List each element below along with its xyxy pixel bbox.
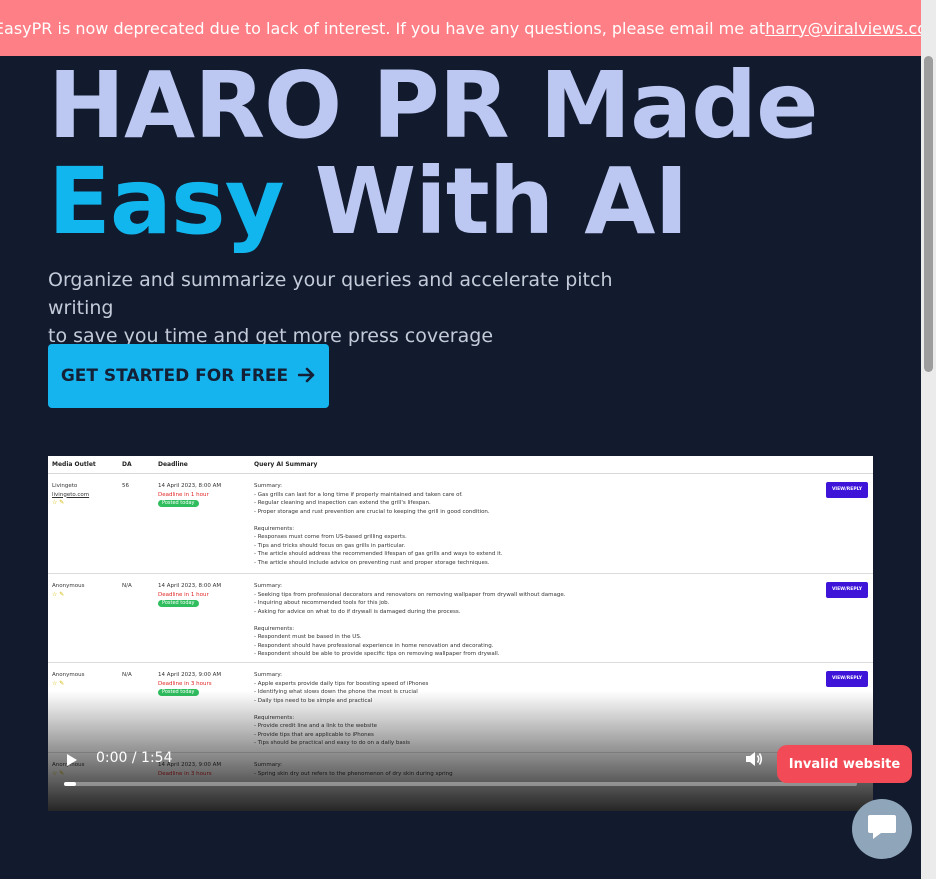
deadline-cell: 14 April 2023, 8:00 AM Deadline in 1 hour… xyxy=(158,582,221,608)
view-reply-button[interactable]: VIEW/REPLY xyxy=(826,671,868,687)
star-icon[interactable]: ☆ ✎ xyxy=(52,499,89,508)
outlet-name: Anonymous xyxy=(52,672,85,678)
summary-line: Requirements: xyxy=(254,525,295,532)
summary-line: Summary: xyxy=(254,483,283,489)
posted-badge: Posted today xyxy=(158,500,199,507)
deadline-cell: 14 April 2023, 8:00 AM Deadline in 1 hour… xyxy=(158,482,221,508)
hero-subtitle-line1: Organize and summarize your queries and … xyxy=(48,269,613,319)
view-reply-button[interactable]: VIEW/REPLY xyxy=(826,582,868,598)
summary-line: - Inquiring about recommended tools for … xyxy=(254,600,390,606)
summary-line: - Apple experts provide daily tips for b… xyxy=(254,680,429,687)
column-header-media-outlet: Media Outlet xyxy=(52,461,96,468)
column-header-deadline: Deadline xyxy=(158,461,188,468)
deadline-remaining: Deadline in 1 hour xyxy=(158,591,209,598)
hero-title-accent: Easy xyxy=(48,148,285,255)
hero-title-line1: HARO PR Made xyxy=(48,52,818,159)
summary-line: - Regular cleaning and inspection can ex… xyxy=(254,500,431,506)
hero-title: HARO PR Made Easy With AI xyxy=(48,58,818,250)
summary-line: - Respondent should have professional ex… xyxy=(254,642,494,649)
summary-cell: Summary: - Gas grills can last for a long… xyxy=(254,482,794,567)
da-cell: N/A xyxy=(122,583,132,589)
banner-message: EasyPR is now deprecated due to lack of … xyxy=(0,18,766,38)
star-icon[interactable]: ☆ ✎ xyxy=(52,591,84,600)
outlet-link[interactable]: livingeto.com xyxy=(52,491,89,500)
summary-line: Summary: xyxy=(254,583,283,589)
summary-line: - Respondent must be based in the US. xyxy=(254,634,362,640)
summary-line xyxy=(254,516,794,525)
summary-cell: Summary: - Seeking tips from professional… xyxy=(254,582,794,659)
get-started-label: GET STARTED FOR FREE xyxy=(60,366,289,386)
video-progress-fill xyxy=(64,782,76,786)
volume-icon[interactable] xyxy=(745,751,763,767)
summary-line: - The article should include advice on p… xyxy=(254,559,490,566)
outlet-cell: Livingeto livingeto.com ☆ ✎ xyxy=(52,482,89,508)
summary-line: - The article should address the recomme… xyxy=(254,551,503,557)
chat-bubble-icon xyxy=(867,814,897,844)
chat-button[interactable] xyxy=(852,799,912,859)
summary-line: - Tips and tricks should focus on gas gr… xyxy=(254,542,406,549)
summary-line: - Gas grills can last for a long time if… xyxy=(254,491,463,498)
deadline-remaining: Deadline in 3 hours xyxy=(158,680,212,687)
posted-badge: Posted today xyxy=(158,600,199,607)
page-scrollbar[interactable] xyxy=(921,0,936,879)
invalid-website-label: Invalid website xyxy=(788,756,901,772)
summary-line: - Proper storage and rust prevention are… xyxy=(254,508,490,515)
video-controls: 0:00 / 1:54 xyxy=(48,731,873,811)
deadline-date: 14 April 2023, 8:00 AM xyxy=(158,483,222,489)
invalid-website-badge: Invalid website xyxy=(777,745,912,783)
table-row: Livingeto livingeto.com ☆ ✎ 56 14 April 2023… xyxy=(48,474,873,574)
da-cell: 56 xyxy=(122,483,129,489)
da-cell: N/A xyxy=(122,672,132,678)
summary-line: Summary: xyxy=(254,672,283,678)
summary-line: - Seeking tips from professional decorat… xyxy=(254,591,566,598)
star-icon[interactable]: ☆ ✎ xyxy=(52,680,84,689)
table-row: Anonymous ☆ ✎ N/A 14 April 2023, 8:00 AM Dea… xyxy=(48,574,873,663)
view-reply-button[interactable]: VIEW/REPLY xyxy=(826,482,868,498)
summary-line: - Respondent should be able to provide s… xyxy=(254,651,500,657)
banner-email-link[interactable]: harry@viralviews.co xyxy=(765,19,927,38)
hero-subtitle: Organize and summarize your queries and … xyxy=(48,266,668,350)
outlet-name: Livingeto xyxy=(52,483,78,489)
outlet-name: Anonymous xyxy=(52,583,85,589)
deadline-remaining: Deadline in 1 hour xyxy=(158,491,209,498)
hero-title-line2: With AI xyxy=(314,148,689,255)
summary-line: - Responses must come from US-based gril… xyxy=(254,534,407,540)
video-progress-bar[interactable] xyxy=(64,782,857,786)
demo-video[interactable]: Media Outlet DA Deadline Query AI Summar… xyxy=(48,456,873,811)
summary-line: Requirements: xyxy=(254,625,295,632)
play-icon[interactable] xyxy=(67,754,77,766)
get-started-button[interactable]: GET STARTED FOR FREE xyxy=(48,344,329,408)
deadline-date: 14 April 2023, 8:00 AM xyxy=(158,583,222,589)
arrow-right-icon xyxy=(297,364,316,388)
deprecation-banner: EasyPR is now deprecated due to lack of … xyxy=(0,0,927,56)
video-time: 0:00 / 1:54 xyxy=(96,750,173,766)
summary-line: - Asking for advice on what to do if dry… xyxy=(254,608,461,615)
outlet-cell: Anonymous ☆ ✎ xyxy=(52,582,84,599)
table-header: Media Outlet DA Deadline Query AI Summar… xyxy=(48,456,873,474)
deadline-date: 14 April 2023, 9:00 AM xyxy=(158,672,222,678)
outlet-cell: Anonymous ☆ ✎ xyxy=(52,671,84,688)
column-header-query-summary: Query AI Summary xyxy=(254,461,318,468)
column-header-da: DA xyxy=(122,461,132,468)
scrollbar-thumb[interactable] xyxy=(924,56,933,372)
summary-line xyxy=(254,616,794,625)
